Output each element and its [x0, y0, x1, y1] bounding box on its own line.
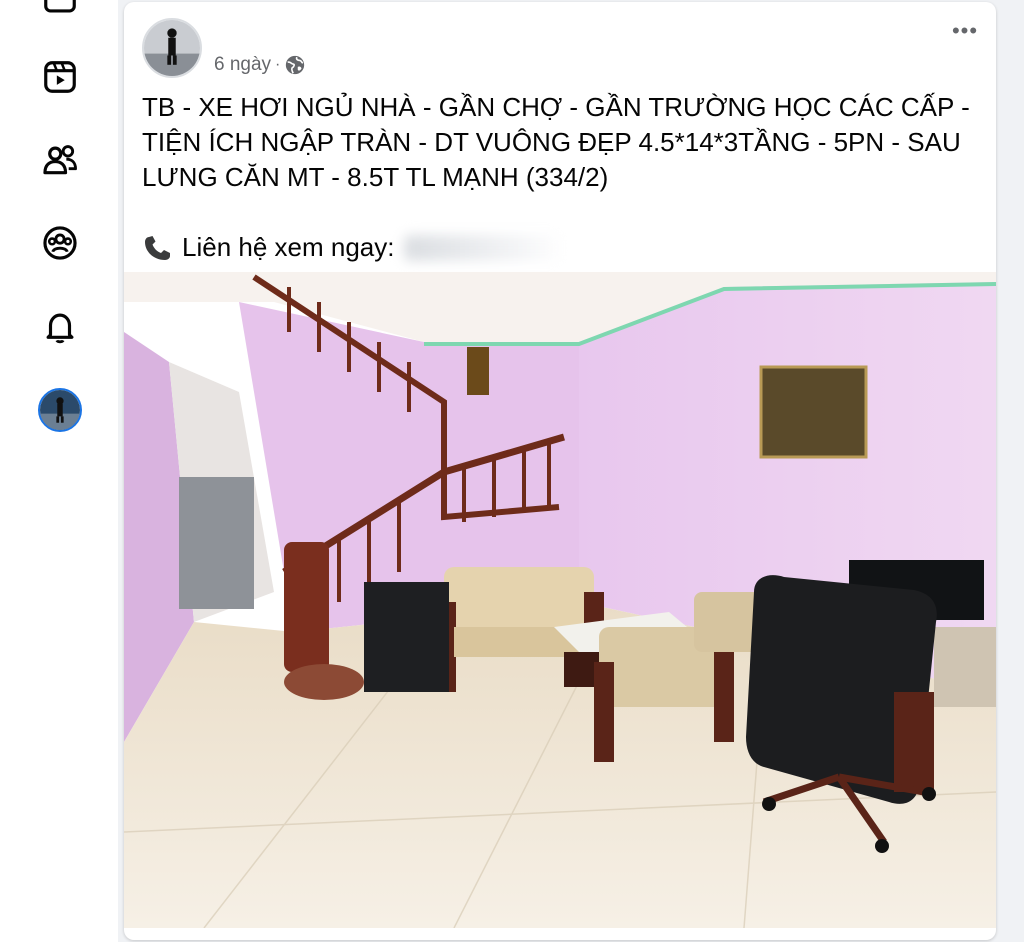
phone-icon [142, 233, 182, 263]
drawer-cabinet [364, 582, 449, 692]
more-options-button[interactable]: ••• [948, 18, 982, 43]
contact-label: Liên hệ xem ngay: [182, 232, 395, 262]
contact-line: Liên hệ xem ngay: [142, 230, 982, 265]
author-avatar-image [144, 20, 200, 76]
groups-icon [43, 226, 77, 260]
post-text: TB - XE HƠI NGỦ NHÀ - GẦN CHỢ - GẦN TRƯỜ… [142, 92, 970, 192]
post-header: 6 ngày · ••• [124, 2, 996, 92]
wall-frame-small [467, 347, 489, 395]
redacted-phone-number [404, 234, 565, 261]
nav-item-friends[interactable] [39, 139, 81, 181]
globe-icon[interactable] [284, 54, 306, 76]
friends-icon [43, 145, 77, 175]
post-card: 6 ngày · ••• TB - XE HƠI NGỦ NHÀ - GẦN C… [124, 2, 996, 940]
grid-icon [44, 0, 76, 13]
nav-item-groups[interactable] [39, 222, 81, 264]
profile-avatar[interactable] [38, 388, 82, 432]
left-nav-rail [0, 0, 118, 942]
post-time[interactable]: 6 ngày [214, 54, 271, 76]
bell-icon [46, 313, 74, 344]
post-body: TB - XE HƠI NGỦ NHÀ - GẦN CHỢ - GẦN TRƯỜ… [142, 90, 982, 265]
desk [934, 627, 996, 707]
post-photo[interactable] [124, 272, 996, 928]
author-avatar[interactable] [142, 18, 202, 78]
meta-separator: · [275, 56, 281, 73]
nav-item-watch[interactable] [39, 56, 81, 98]
nav-item-notifications[interactable] [39, 306, 81, 348]
wall-art [759, 365, 868, 459]
nav-item-top[interactable] [39, 0, 81, 24]
post-meta: 6 ngày · [214, 52, 306, 78]
author-name[interactable] [216, 20, 326, 40]
watch-icon [44, 61, 76, 93]
avatar-image [40, 390, 80, 430]
refrigerator [179, 477, 254, 609]
